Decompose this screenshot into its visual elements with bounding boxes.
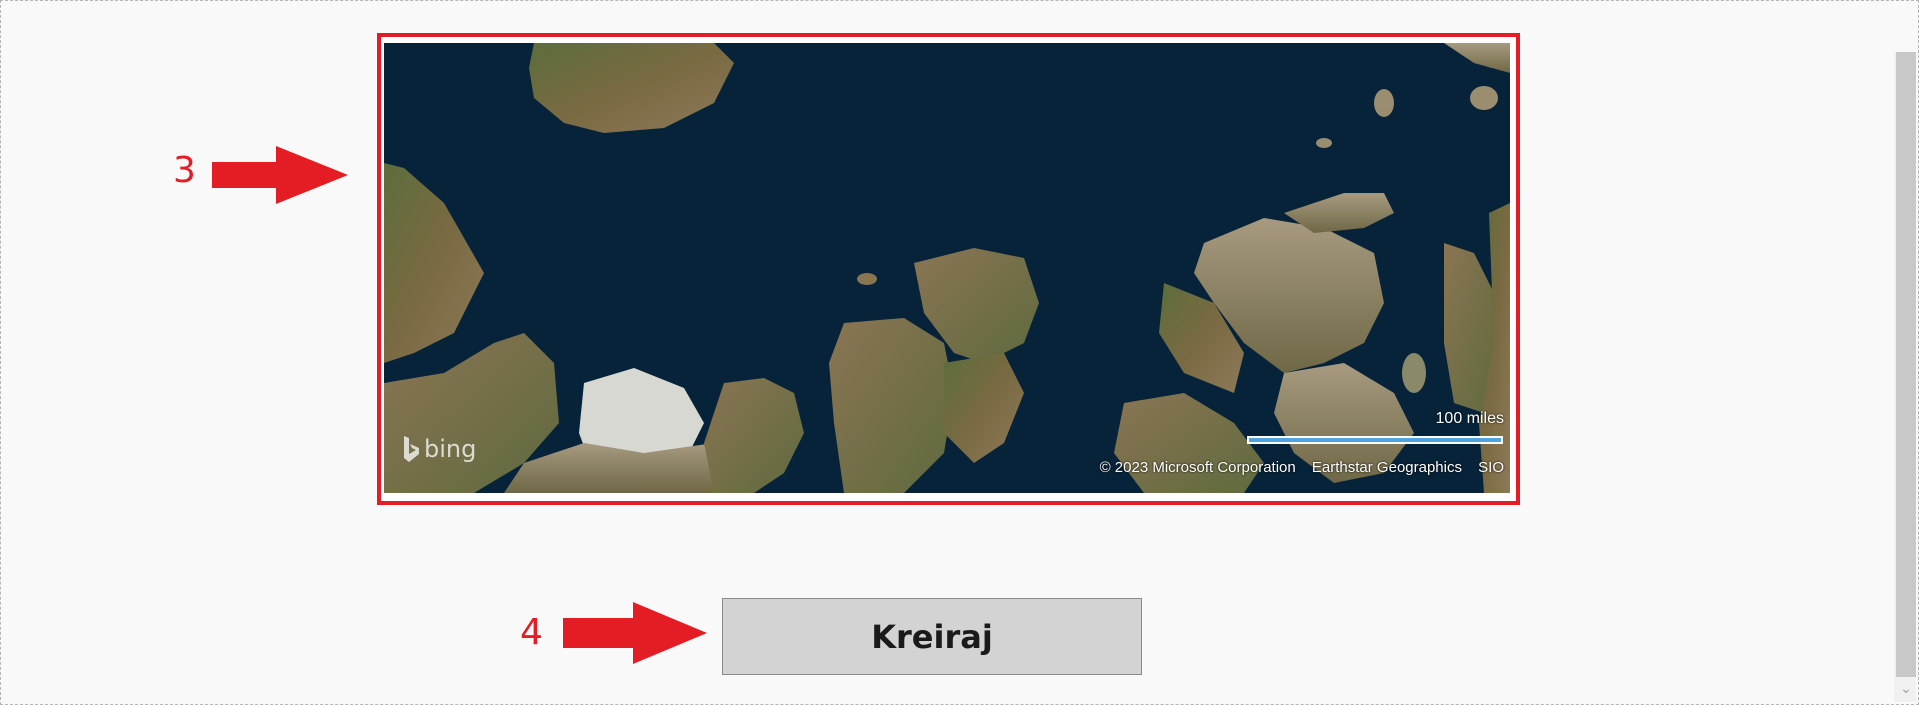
scroll-down-icon[interactable]: ⌄ — [1897, 681, 1915, 697]
attribution-earthstar[interactable]: Earthstar Geographics — [1312, 459, 1462, 476]
satellite-imagery — [384, 43, 1510, 493]
scale-bar — [1247, 436, 1503, 444]
annotation-arrow-icon — [563, 602, 707, 664]
step-number-4: 4 — [520, 612, 543, 653]
bing-logo[interactable]: bing — [402, 435, 476, 463]
annotation-arrow-icon — [212, 146, 348, 204]
copyright-text: © 2023 Microsoft Corporation — [1099, 459, 1296, 476]
attribution-sio[interactable]: SIO — [1478, 459, 1504, 476]
step-number-3: 3 — [173, 150, 196, 191]
bing-logo-icon — [404, 436, 419, 462]
map-view[interactable]: bing 100 miles © 2023 Microsoft Corporat… — [384, 43, 1510, 493]
scrollbar-thumb[interactable] — [1896, 52, 1916, 677]
scale-label: 100 miles — [1435, 410, 1504, 427]
create-button[interactable]: Kreiraj — [722, 598, 1142, 675]
bing-logo-text: bing — [424, 435, 477, 463]
map-attribution: © 2023 Microsoft Corporation Earthstar G… — [1100, 459, 1504, 476]
